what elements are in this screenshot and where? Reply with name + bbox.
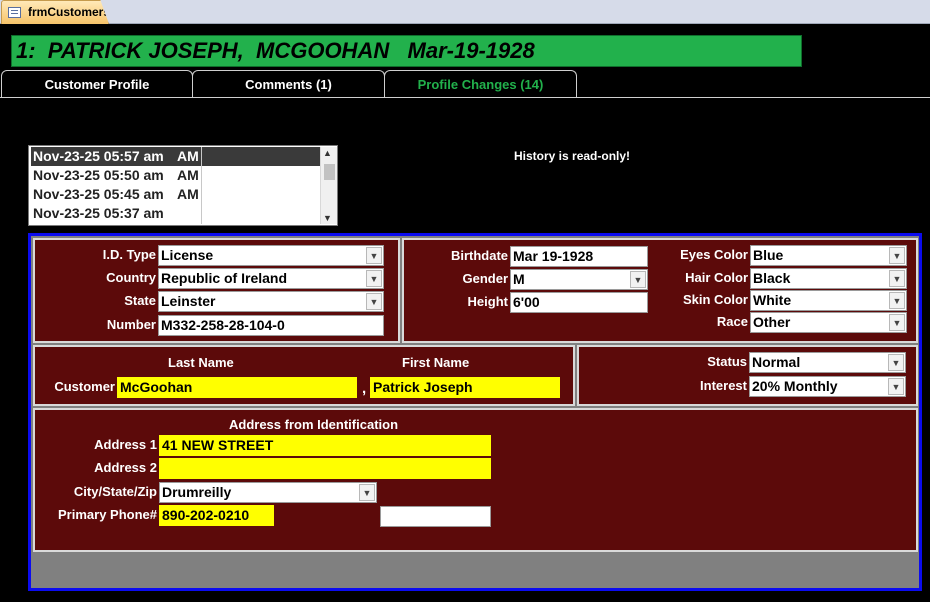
primary-phone-label: Primary Phone# [58, 507, 157, 522]
history-row[interactable]: Nov-23-25 05:50 am AM [31, 166, 321, 185]
scroll-down-icon[interactable]: ▼ [323, 213, 332, 223]
first-name-field[interactable]: Patrick Joseph [370, 377, 560, 398]
chevron-down-icon[interactable]: ▼ [889, 247, 905, 264]
chevron-down-icon[interactable]: ▼ [888, 354, 904, 371]
history-date: Nov-23-25 05:57 am [33, 148, 164, 164]
gender-label: Gender [462, 271, 508, 286]
chevron-down-icon[interactable]: ▼ [889, 314, 905, 331]
history-listbox[interactable]: Nov-23-25 05:57 am AM Nov-23-25 05:50 am… [28, 145, 338, 226]
record-title: 1: PATRICK JOSEPH, MCGOOHAN Mar-19-1928 [11, 35, 802, 67]
address2-field[interactable] [159, 458, 491, 479]
number-label: Number [106, 317, 156, 332]
country-label: Country [106, 270, 156, 285]
scroll-up-icon[interactable]: ▲ [323, 148, 332, 158]
column-divider [201, 147, 202, 224]
state-label: State [124, 293, 156, 308]
status-panel: Status Normal ▼ Interest 20% Monthly ▼ [577, 345, 918, 406]
id-number-field[interactable]: M332-258-28-104-0 [158, 315, 384, 336]
identification-panel: I.D. Type License ▼ Country Republic of … [33, 238, 400, 343]
physical-panel: Birthdate Mar 19-1928 Gender M ▼ Height … [402, 238, 918, 343]
tab-divider [0, 97, 930, 98]
profile-detail-frame: I.D. Type License ▼ Country Republic of … [28, 233, 922, 591]
history-date: Nov-23-25 05:37 am [33, 205, 164, 221]
document-tab-frmcustomers[interactable]: frmCustomers [1, 0, 109, 24]
tab-profile-changes[interactable]: Profile Changes (14) [384, 70, 577, 98]
history-readonly-note: History is read-only! [514, 149, 631, 163]
interest-label: Interest [700, 378, 747, 393]
chevron-down-icon[interactable]: ▼ [889, 270, 905, 287]
name-separator: , [362, 380, 367, 397]
birthdate-field[interactable]: Mar 19-1928 [510, 246, 648, 267]
history-row[interactable]: Nov-23-25 05:57 am AM [31, 147, 321, 166]
skin-color-select[interactable]: White ▼ [750, 290, 907, 311]
history-date: Nov-23-25 05:45 am [33, 186, 164, 202]
history-row[interactable]: Nov-23-25 05:45 am AM [31, 185, 321, 204]
form-icon [8, 7, 21, 18]
address-heading: Address from Identification [229, 417, 399, 432]
status-label: Status [707, 354, 747, 369]
history-row[interactable]: Nov-23-25 05:37 am [31, 204, 321, 223]
status-select[interactable]: Normal ▼ [749, 352, 906, 373]
country-select[interactable]: Republic of Ireland ▼ [158, 268, 384, 289]
scroll-thumb[interactable] [324, 164, 335, 180]
tab-customer-profile[interactable]: Customer Profile [1, 70, 193, 98]
id-type-label: I.D. Type [102, 247, 156, 262]
customer-label: Customer [54, 379, 115, 394]
history-period: AM [177, 186, 199, 202]
eyes-color-label: Eyes Color [680, 247, 748, 262]
chevron-down-icon[interactable]: ▼ [366, 270, 382, 287]
chevron-down-icon[interactable]: ▼ [366, 247, 382, 264]
city-state-zip-label: City/State/Zip [73, 484, 157, 499]
city-state-zip-select[interactable]: Drumreilly ▼ [159, 482, 377, 503]
address-panel: Address from Identification Address 1 41… [33, 408, 918, 552]
history-period: AM [177, 148, 199, 164]
height-field[interactable]: 6'00 [510, 292, 648, 313]
chevron-down-icon[interactable]: ▼ [630, 271, 646, 288]
document-tab-bar: frmCustomers [0, 0, 930, 24]
last-name-field[interactable]: McGoohan [117, 377, 357, 398]
gender-select[interactable]: M ▼ [510, 269, 648, 290]
height-label: Height [467, 294, 508, 309]
hair-color-select[interactable]: Black ▼ [750, 268, 907, 289]
birthdate-label: Birthdate [450, 248, 508, 263]
eyes-color-select[interactable]: Blue ▼ [750, 245, 907, 266]
race-select[interactable]: Other ▼ [750, 312, 907, 333]
chevron-down-icon[interactable]: ▼ [366, 293, 382, 310]
history-scrollbar[interactable]: ▲ ▼ [320, 147, 337, 224]
history-date: Nov-23-25 05:50 am [33, 167, 164, 183]
last-name-header: Last Name [168, 355, 234, 370]
race-label: Race [716, 314, 748, 329]
state-select[interactable]: Leinster ▼ [158, 291, 384, 312]
phone-extra-field[interactable] [380, 506, 491, 527]
address1-field[interactable]: 41 NEW STREET [159, 435, 491, 456]
id-type-select[interactable]: License ▼ [158, 245, 384, 266]
history-period: AM [177, 167, 199, 183]
address1-label: Address 1 [94, 437, 157, 452]
chevron-down-icon[interactable]: ▼ [888, 378, 904, 395]
customer-name-panel: Last Name First Name Customer McGoohan ,… [33, 345, 575, 406]
primary-phone-field[interactable]: 890-202-0210 [159, 505, 274, 526]
chevron-down-icon[interactable]: ▼ [359, 484, 375, 501]
document-tab-label: frmCustomers [28, 5, 111, 19]
first-name-header: First Name [402, 355, 470, 370]
hair-color-label: Hair Color [685, 270, 748, 285]
address2-label: Address 2 [94, 460, 157, 475]
chevron-down-icon[interactable]: ▼ [889, 292, 905, 309]
skin-color-label: Skin Color [682, 292, 748, 307]
tab-comments[interactable]: Comments (1) [192, 70, 385, 98]
interest-select[interactable]: 20% Monthly ▼ [749, 376, 906, 397]
